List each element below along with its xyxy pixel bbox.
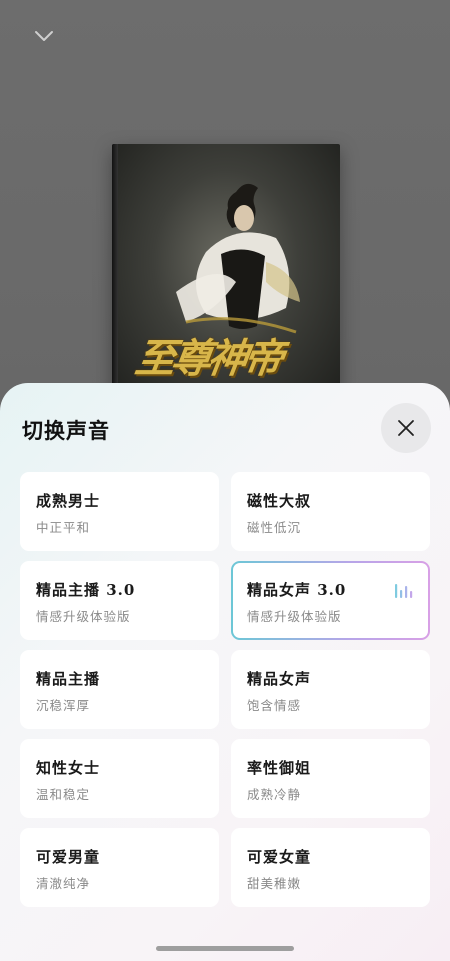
home-indicator[interactable] <box>156 946 294 951</box>
close-icon <box>398 420 414 436</box>
voice-option-card[interactable]: 精品主播 沉稳浑厚 <box>20 650 219 729</box>
book-cover: 至尊神帝 <box>112 144 340 404</box>
voice-description: 成熟冷静 <box>247 787 302 802</box>
voice-name: 磁性大叔 <box>247 492 312 510</box>
voice-grid: 成熟男士 中正平和 磁性大叔 磁性低沉 精品主播 3.0 情感升级体验版 精品女… <box>20 472 430 907</box>
voice-description: 甜美稚嫩 <box>247 876 302 891</box>
sheet-title: 切换声音 <box>22 418 110 443</box>
voice-option-card[interactable]: 可爱女童 甜美稚嫩 <box>231 828 430 907</box>
close-button[interactable] <box>381 403 431 453</box>
chevron-down-icon <box>35 31 53 41</box>
collapse-button[interactable] <box>28 22 60 50</box>
voice-description: 情感升级体验版 <box>247 609 342 624</box>
voice-option-card[interactable]: 成熟男士 中正平和 <box>20 472 219 551</box>
voice-name: 精品主播 3.0 <box>36 581 136 599</box>
sound-wave-icon <box>395 584 413 598</box>
book-spine <box>112 144 118 404</box>
voice-option-card-selected[interactable]: 精品女声 3.0 情感升级体验版 <box>231 561 430 640</box>
voice-name: 知性女士 <box>36 759 101 777</box>
voice-description: 饱含情感 <box>247 698 302 713</box>
voice-name: 率性御姐 <box>247 759 312 777</box>
voice-option-card[interactable]: 精品主播 3.0 情感升级体验版 <box>20 561 219 640</box>
cover-illustration <box>176 183 300 334</box>
voice-description: 中正平和 <box>36 520 91 535</box>
voice-description: 沉稳浑厚 <box>36 698 91 713</box>
voice-name: 可爱女童 <box>247 848 312 866</box>
voice-option-card[interactable]: 率性御姐 成熟冷静 <box>231 739 430 818</box>
voice-option-card[interactable]: 精品女声 饱含情感 <box>231 650 430 729</box>
cover-title: 至尊神帝 <box>132 335 283 382</box>
voice-switch-sheet: 切换声音 成熟男士 中正平和 磁性大叔 磁性低沉 精品主播 3.0 情感升级体验… <box>0 383 450 961</box>
voice-option-card[interactable]: 知性女士 温和稳定 <box>20 739 219 818</box>
voice-description: 情感升级体验版 <box>36 609 131 624</box>
voice-name: 精品主播 <box>36 670 101 688</box>
voice-option-card[interactable]: 可爱男童 清澈纯净 <box>20 828 219 907</box>
voice-name: 可爱男童 <box>36 848 101 866</box>
voice-description: 温和稳定 <box>36 787 91 802</box>
voice-description: 清澈纯净 <box>36 876 91 891</box>
voice-description: 磁性低沉 <box>247 520 302 535</box>
voice-name: 成熟男士 <box>36 492 101 510</box>
voice-option-card[interactable]: 磁性大叔 磁性低沉 <box>231 472 430 551</box>
voice-name: 精品女声 <box>247 670 312 688</box>
